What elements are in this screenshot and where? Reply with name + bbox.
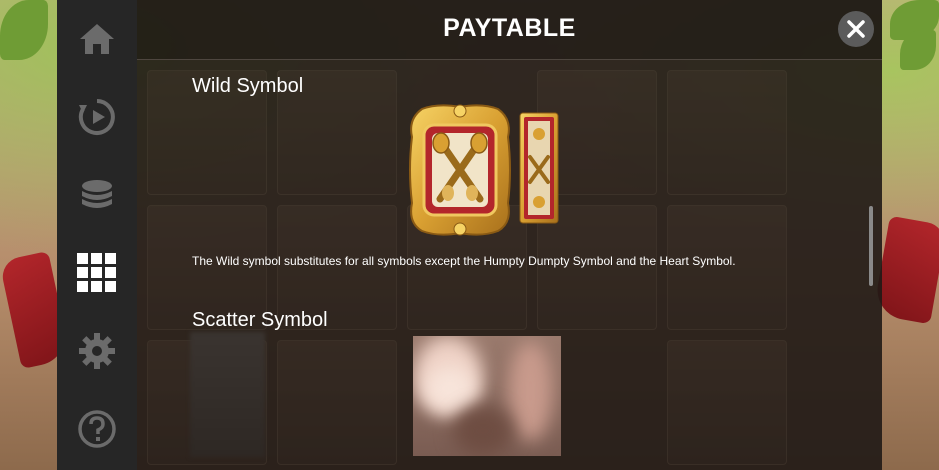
coins-icon xyxy=(82,180,112,208)
home-icon xyxy=(80,24,114,54)
grid-icon xyxy=(77,253,116,292)
wild-section-title: Wild Symbol xyxy=(192,75,304,97)
replay-button[interactable] xyxy=(57,78,137,156)
home-button[interactable] xyxy=(57,0,137,78)
replay-icon xyxy=(78,99,115,135)
paytable-button[interactable] xyxy=(57,234,137,312)
wild-description: The Wild symbol substitutes for all symb… xyxy=(192,254,736,268)
page-title: PAYTABLE xyxy=(443,14,576,42)
scatter-symbol-image xyxy=(413,336,561,456)
help-button[interactable] xyxy=(57,390,137,468)
paytable-sidebar xyxy=(57,0,137,470)
scrollbar[interactable] xyxy=(869,206,873,286)
wild-symbol-icon xyxy=(409,104,511,236)
scatter-symbol-placeholder xyxy=(190,332,265,457)
settings-button[interactable] xyxy=(57,312,137,390)
close-button[interactable] xyxy=(838,11,874,47)
wild-symbol-tall-icon xyxy=(519,112,559,224)
help-icon xyxy=(78,410,116,448)
gear-icon xyxy=(79,333,115,369)
scatter-section-title: Scatter Symbol xyxy=(192,309,328,331)
close-icon xyxy=(847,20,865,38)
bet-coins-button[interactable] xyxy=(57,156,137,234)
